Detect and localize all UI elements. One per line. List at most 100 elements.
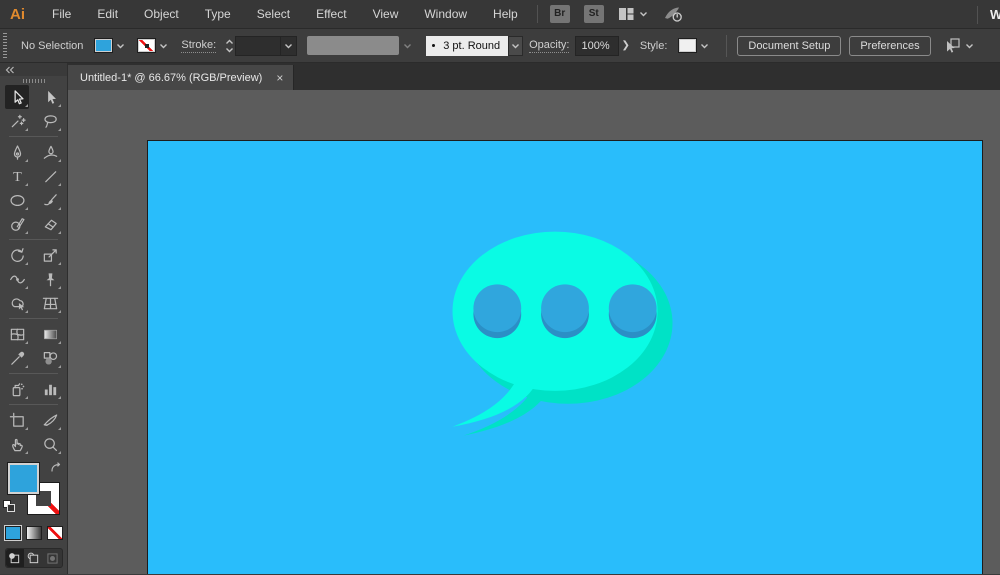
canvas-area[interactable] [68,90,1000,574]
rotate-tool[interactable] [5,243,29,267]
opacity-label[interactable]: Opacity: [529,39,570,53]
lasso-tool[interactable] [38,109,62,133]
swap-fill-stroke-icon[interactable] [49,460,63,478]
shape-builder-tool[interactable] [5,291,29,315]
tools-panel-grip[interactable] [0,76,67,85]
menu-window[interactable]: Window [411,0,480,28]
menu-view[interactable]: View [360,0,412,28]
opacity-flyout-arrow[interactable]: ❯ [621,40,629,51]
menu-object[interactable]: Object [131,0,192,28]
stroke-weight-dropdown[interactable] [281,35,298,56]
hand-icon [11,438,23,451]
bubble-dot[interactable] [473,284,522,333]
brush-definition-dropdown[interactable]: 3 pt. Round [426,35,509,56]
perspective-grid-tool[interactable] [38,291,62,315]
stroke-color-control[interactable] [137,37,170,54]
gradient-tool[interactable] [38,322,62,346]
menu-edit[interactable]: Edit [84,0,131,28]
menu-type[interactable]: Type [192,0,244,28]
menu-items: File Edit Object Type Select Effect View… [39,0,531,28]
draw-behind-mode[interactable] [24,549,43,567]
menu-divider [536,5,538,23]
mesh-tool[interactable] [5,322,29,346]
opacity-field[interactable]: 100% [575,35,620,56]
chevron-down-icon [700,43,708,48]
bubble-dot[interactable] [541,284,589,333]
bubble-dot[interactable] [608,284,657,333]
magic-wand-tool[interactable] [5,109,29,133]
default-fill-stroke-icon[interactable] [3,500,15,512]
stroke-label[interactable]: Stroke: [181,39,217,53]
chevron-down-icon [965,43,973,48]
selection-options-control[interactable] [943,37,974,54]
tool-group-divider [9,318,58,319]
menu-select[interactable]: Select [244,0,303,28]
pen-icon [13,144,21,160]
workspace: T Untitled-1* @ 66.67% (RGB/Preview) × [0,63,1000,574]
app-logo[interactable]: Ai [10,6,25,23]
speech-bubble-artwork[interactable] [148,141,982,574]
eraser-tool[interactable] [38,212,62,236]
brush-definition-chevron[interactable] [508,35,524,56]
stroke-weight-stepper[interactable] [224,36,235,56]
shaper-icon [10,217,25,231]
tools-panel-header[interactable] [0,63,67,76]
puppet-warp-tool[interactable] [38,267,62,291]
chevron-down-icon [116,43,124,48]
eyedropper-tool[interactable] [5,346,29,370]
menu-file[interactable]: File [39,0,84,28]
artboard[interactable] [147,140,983,574]
curvature-tool[interactable] [38,140,62,164]
scale-tool[interactable] [38,243,62,267]
style-swatch[interactable] [678,38,698,53]
column-graph-tool[interactable] [38,377,62,401]
type-icon: T [13,169,22,185]
symbol-sprayer-tool[interactable] [5,377,29,401]
zoom-tool[interactable] [38,432,62,456]
stroke-dropdown-button[interactable] [156,37,170,54]
slice-tool[interactable] [38,408,62,432]
fill-color-control[interactable] [94,37,127,54]
width-tool[interactable] [5,267,29,291]
workspace-switcher-icon [618,8,634,20]
type-tool[interactable]: T [5,164,29,188]
lasso-icon [43,114,57,128]
menu-help[interactable]: Help [480,0,531,28]
line-segment-tool[interactable] [38,164,62,188]
stroke-none-swatch[interactable] [137,38,157,53]
artboard-tool[interactable] [5,408,29,432]
bridge-button[interactable]: Br [549,5,570,23]
stepper-up-icon [226,39,234,44]
workspace-switcher[interactable] [618,6,648,22]
stock-button[interactable]: St [583,5,604,23]
gpu-performance-icon[interactable] [662,5,684,23]
shaper-tool[interactable] [5,212,29,236]
hand-tool[interactable] [5,432,29,456]
tab-close-button[interactable]: × [276,72,283,84]
document-tab[interactable]: Untitled-1* @ 66.67% (RGB/Preview) × [68,65,295,90]
menu-effect[interactable]: Effect [303,0,359,28]
tools-grid: T [0,85,67,456]
pen-tool[interactable] [5,140,29,164]
draw-normal-mode[interactable] [5,549,25,567]
ellipse-tool[interactable] [5,188,29,212]
blend-tool[interactable] [38,346,62,370]
direct-selection-tool[interactable] [38,85,62,109]
fill-swatch[interactable] [94,38,114,53]
document-tab-title: Untitled-1* @ 66.67% (RGB/Preview) [80,71,263,84]
color-button[interactable] [4,526,21,540]
fill-color-indicator[interactable] [7,462,40,495]
none-button[interactable] [46,526,63,540]
selection-tool[interactable] [5,85,29,109]
stroke-weight-field[interactable] [235,35,282,56]
fill-dropdown-button[interactable] [113,37,127,54]
paintbrush-tool[interactable] [38,188,62,212]
preferences-button[interactable]: Preferences [849,35,931,56]
style-control[interactable] [678,37,711,54]
tool-group-divider [9,373,58,374]
panel-grip[interactable] [3,32,7,59]
perspective-grid-icon [42,297,58,309]
document-setup-button[interactable]: Document Setup [737,35,842,56]
style-dropdown-button[interactable] [697,37,711,54]
gradient-button[interactable] [25,526,42,540]
